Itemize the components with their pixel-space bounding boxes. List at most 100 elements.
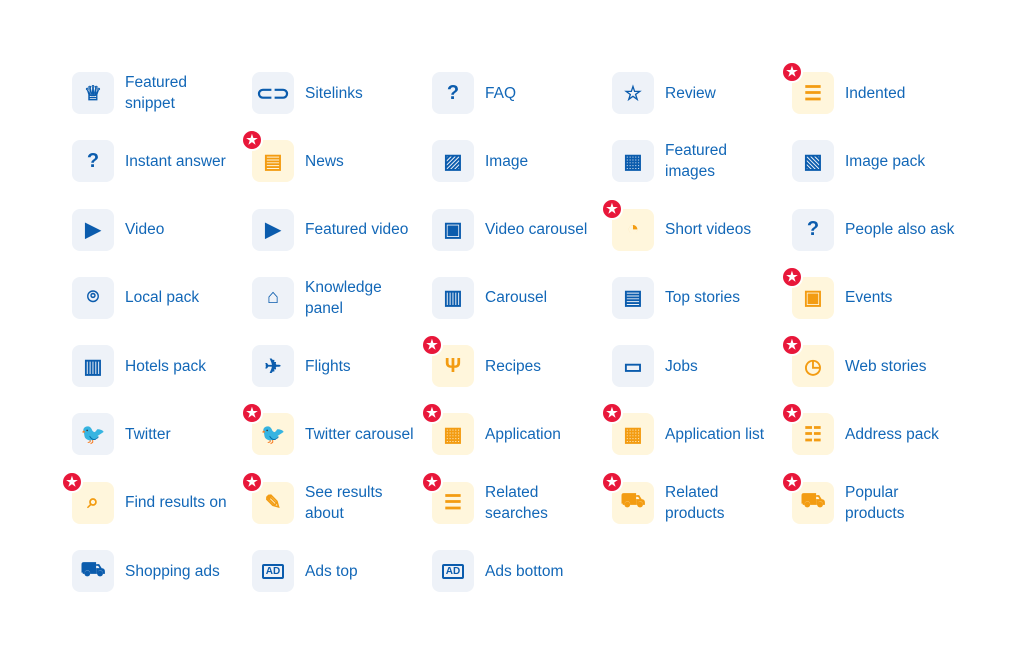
shopping-cart-icon: ⛟★ [72,550,114,593]
ad-top-icon: AD★ [252,550,294,593]
feature-item-indented[interactable]: ☰ ★ Indented [781,61,972,140]
feature-item-web-stories[interactable]: ◷ ★ Web stories [781,334,972,413]
feature-item-video[interactable]: ▶★ Video [72,208,252,277]
feature-item-related-searches[interactable]: ☰ ★ Related searches [421,470,612,550]
question-circle-icon-glyph: ? [86,149,100,172]
feature-item-image[interactable]: ▨★ Image [432,140,612,208]
image-icon: ▨★ [432,140,474,183]
feature-label: Twitter carousel [305,425,414,443]
star-icon: ★ [781,470,803,493]
feature-item-carousel[interactable]: ▥★ Carousel [432,276,612,345]
feature-item-twitter[interactable]: 🐦★ Twitter [72,413,252,481]
feature-label: People also ask [845,221,955,239]
feature-label: Recipes [485,357,541,375]
feature-label: Ads bottom [485,562,564,580]
document-icon-glyph: ▤ [623,287,643,310]
graduation-cap-icon: ⌂★ [252,276,294,319]
feature-item-review[interactable]: ☆★ Review [612,72,792,140]
briefcase-icon: ▭★ [612,345,654,388]
feature-label: FAQ [485,84,517,102]
question-circle-icon: ?★ [72,140,114,183]
star-icon: ★ [421,470,443,493]
presentation-icon-glyph: ▦ [623,150,643,173]
cutlery-icon: Ψ ★ [421,334,474,388]
feature-item-events[interactable]: ▣ ★ Events [781,265,972,345]
feature-item-ads-bottom[interactable]: AD★ Ads bottom [432,550,612,618]
star-outline-icon: ☆★ [612,72,654,114]
feature-item-featured-images[interactable]: ▦★ Featured images [612,140,792,208]
feature-item-news[interactable]: ▤ ★ News [241,129,432,208]
feature-item-related-products[interactable]: ⛟ ★ Related products [601,470,792,550]
map-pin-icon-glyph: ⌾ [87,286,99,309]
feature-label: Shopping ads [125,562,220,580]
feature-item-featured-snippet[interactable]: ♕★ Featured snippet [72,72,252,140]
star-icon: ★ [601,470,623,493]
feature-item-video-carousel[interactable]: ▣★ Video carousel [432,208,612,277]
feature-item-address-pack[interactable]: ☷ ★ Address pack [781,402,972,481]
star-outline-icon-glyph: ☆ [624,82,642,105]
image-pack-icon-glyph: ▧ [803,150,823,173]
apps-add-icon: ▦ ★ [601,402,654,456]
feature-item-application-list[interactable]: ▦ ★ Application list [601,402,792,481]
feature-label: Address pack [845,425,939,443]
feature-item-shopping-ads[interactable]: ⛟★ Shopping ads [72,550,252,618]
twitter-icon: 🐦★ [72,413,114,456]
feature-item-people-also-ask[interactable]: ?★ People also ask [792,208,972,277]
feature-item-instant-answer[interactable]: ?★ Instant answer [72,140,252,208]
feature-item-hotels-pack[interactable]: ▥★ Hotels pack [72,345,252,413]
feature-label: Popular products [845,483,905,522]
feature-label: See results about [305,483,383,522]
feature-item-jobs[interactable]: ▭★ Jobs [612,345,792,413]
feature-item-find-results-on[interactable]: ⌕ ★ Find results on [61,470,252,550]
feature-label: Web stories [845,357,927,375]
carousel-icon-glyph: ▥ [443,287,463,310]
feature-item-application[interactable]: ▦ ★ Application [421,402,612,481]
ad-top-icon-glyph: AD [261,563,285,579]
feature-label: Top stories [665,289,740,307]
twitter-icon-glyph: 🐦 [80,423,106,446]
feature-item-ads-top[interactable]: AD★ Ads top [252,550,432,618]
feature-item-top-stories[interactable]: ▤★ Top stories [612,276,792,345]
list-icon: ☰ ★ [421,470,474,524]
feature-item-sitelinks[interactable]: ⊂⊃★ Sitelinks [252,72,432,140]
feature-label: News [305,152,344,170]
feature-label: Image pack [845,152,926,170]
feature-item-short-videos[interactable]: ◔ ★ Short videos [601,197,792,277]
feature-item-image-pack[interactable]: ▧★ Image pack [792,140,972,208]
question-circle-icon-glyph: ? [446,81,460,104]
feature-label: Featured video [305,221,409,239]
feature-label: Image [485,152,529,170]
feature-label: Review [665,84,716,102]
feature-label: Knowledge panel [305,278,382,317]
feature-item-popular-products[interactable]: ⛟ ★ Popular products [781,470,972,550]
feature-label: Related searches [485,483,548,522]
feature-item-featured-video[interactable]: ▶★ Featured video [252,208,432,277]
question-circle-icon: ?★ [432,72,474,114]
short-video-icon-glyph: ◔ [626,218,640,241]
star-icon: ★ [241,129,263,152]
hotel-icon: ▥★ [72,345,114,388]
hotel-icon-glyph: ▥ [83,355,103,378]
feature-item-twitter-carousel[interactable]: 🐦 ★ Twitter carousel [241,402,432,481]
feature-item-recipes[interactable]: Ψ ★ Recipes [421,334,612,413]
short-video-icon: ◔ ★ [601,197,654,251]
star-icon: ★ [781,61,803,83]
feature-label: Indented [845,84,906,102]
feature-item-local-pack[interactable]: ⌾★ Local pack [72,276,252,345]
apps-add-icon-glyph: ▦ [623,423,643,446]
feature-item-faq[interactable]: ?★ FAQ [432,72,612,140]
calendar-star-icon: ▣ ★ [781,265,834,319]
feature-label: Instant answer [125,152,226,170]
indented-icon-glyph: ☰ [804,82,822,105]
newspaper-icon: ▤ ★ [241,129,294,183]
feature-item-see-results-about[interactable]: ✎ ★ See results about [241,470,432,550]
plane-icon: ✈★ [252,345,294,388]
star-icon: ★ [601,197,623,220]
cart-icon: ⛟ ★ [781,470,834,524]
star-icon: ★ [421,402,443,425]
feature-item-knowledge-panel[interactable]: ⌂★ Knowledge panel [252,276,432,345]
cart-list-icon: ⛟ ★ [601,470,654,524]
feature-item-flights[interactable]: ✈★ Flights [252,345,432,413]
chat-question-icon: ?★ [792,208,834,251]
shopping-cart-icon-glyph: ⛟ [80,558,106,581]
